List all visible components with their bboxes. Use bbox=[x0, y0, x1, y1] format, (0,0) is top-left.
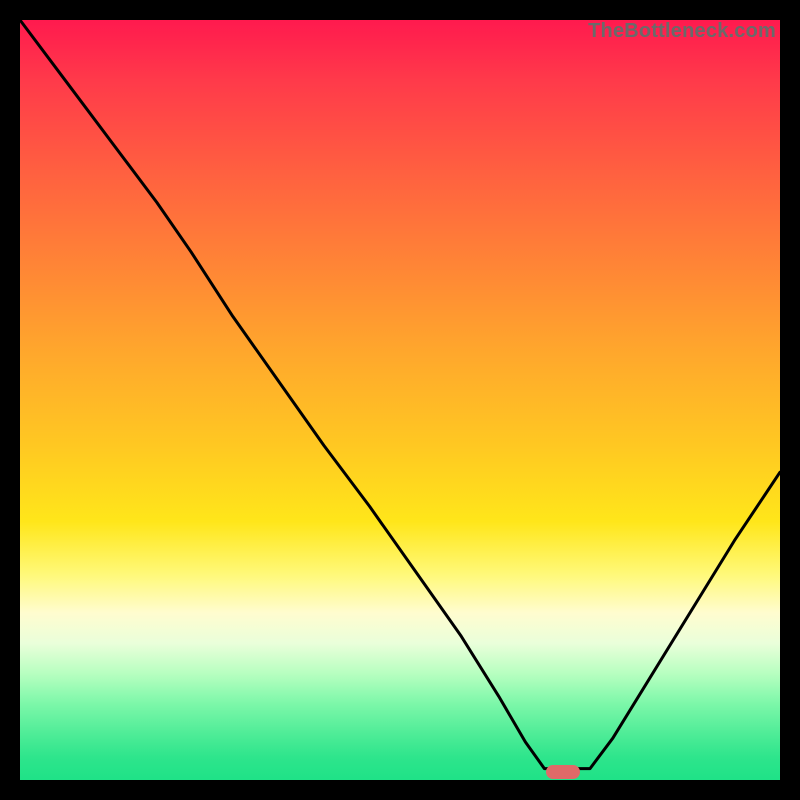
bottleneck-curve bbox=[20, 20, 780, 780]
optimal-marker bbox=[546, 765, 580, 779]
chart-frame: TheBottleneck.com bbox=[20, 20, 780, 780]
